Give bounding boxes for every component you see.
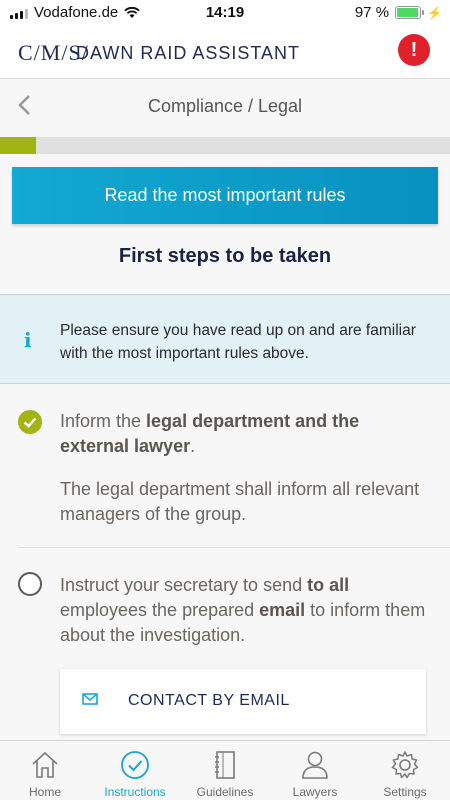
tab-home[interactable]: Home <box>0 741 90 800</box>
battery-level <box>397 8 419 17</box>
tab-instructions[interactable]: Instructions <box>90 741 180 800</box>
tab-lawyers[interactable]: Lawyers <box>270 741 360 800</box>
envelope-icon <box>82 693 98 705</box>
status-bar: Vodafone.de 14:19 97 % ⚡ <box>0 0 450 26</box>
app-header: C/M/S/ DAWN RAID ASSISTANT ! <box>0 26 450 78</box>
progress-bar <box>0 137 450 154</box>
tab-guidelines-label: Guidelines <box>196 785 254 799</box>
step-item-1[interactable]: Inform the legal department and the exte… <box>0 385 450 547</box>
progress-fill <box>0 137 36 154</box>
unchecked-circle-icon[interactable] <box>18 572 42 596</box>
app-title: DAWN RAID ASSISTANT <box>76 43 301 63</box>
person-icon <box>302 751 328 779</box>
alert-button[interactable]: ! <box>398 34 430 66</box>
status-right: 97 % ⚡ <box>355 4 442 21</box>
read-rules-button[interactable]: Read the most important rules <box>12 167 438 224</box>
contact-email-button[interactable]: CONTACT BY EMAIL <box>60 669 426 734</box>
tab-bar: Home Instructions Guidelines Lawyers Set… <box>0 740 450 800</box>
notebook-icon <box>215 751 235 779</box>
nav-bar: Compliance / Legal <box>0 79 450 135</box>
gear-icon <box>391 751 419 779</box>
check-circle-icon <box>121 751 149 779</box>
step-1-text: Inform the legal department and the exte… <box>60 411 360 456</box>
tab-home-label: Home <box>28 785 61 799</box>
tab-settings-label: Settings <box>383 785 427 799</box>
charging-icon: ⚡ <box>427 5 442 20</box>
battery-icon <box>395 6 425 19</box>
tab-lawyers-label: Lawyers <box>292 785 338 799</box>
tab-instructions-label: Instructions <box>104 785 166 799</box>
section-title: First steps to be taken <box>118 245 332 267</box>
tab-guidelines[interactable]: Guidelines <box>180 741 270 800</box>
contact-email-label: CONTACT BY EMAIL <box>128 692 290 709</box>
step-1-subtext: The legal department shall inform all re… <box>60 479 420 524</box>
tab-settings[interactable]: Settings <box>360 741 450 800</box>
step-item-2[interactable]: Instruct your secretary to send to all e… <box>0 548 450 668</box>
home-icon <box>32 751 58 778</box>
info-box: i Please ensure you have read up on and … <box>0 294 450 384</box>
info-icon: i <box>24 328 32 352</box>
page-title: Compliance / Legal <box>147 96 303 116</box>
info-text: Please ensure you have read up on and ar… <box>60 322 416 362</box>
step-2-text: Instruct your secretary to send to all e… <box>60 575 426 645</box>
checked-circle-icon[interactable] <box>18 410 42 434</box>
battery-percent: 97 % <box>354 4 390 21</box>
